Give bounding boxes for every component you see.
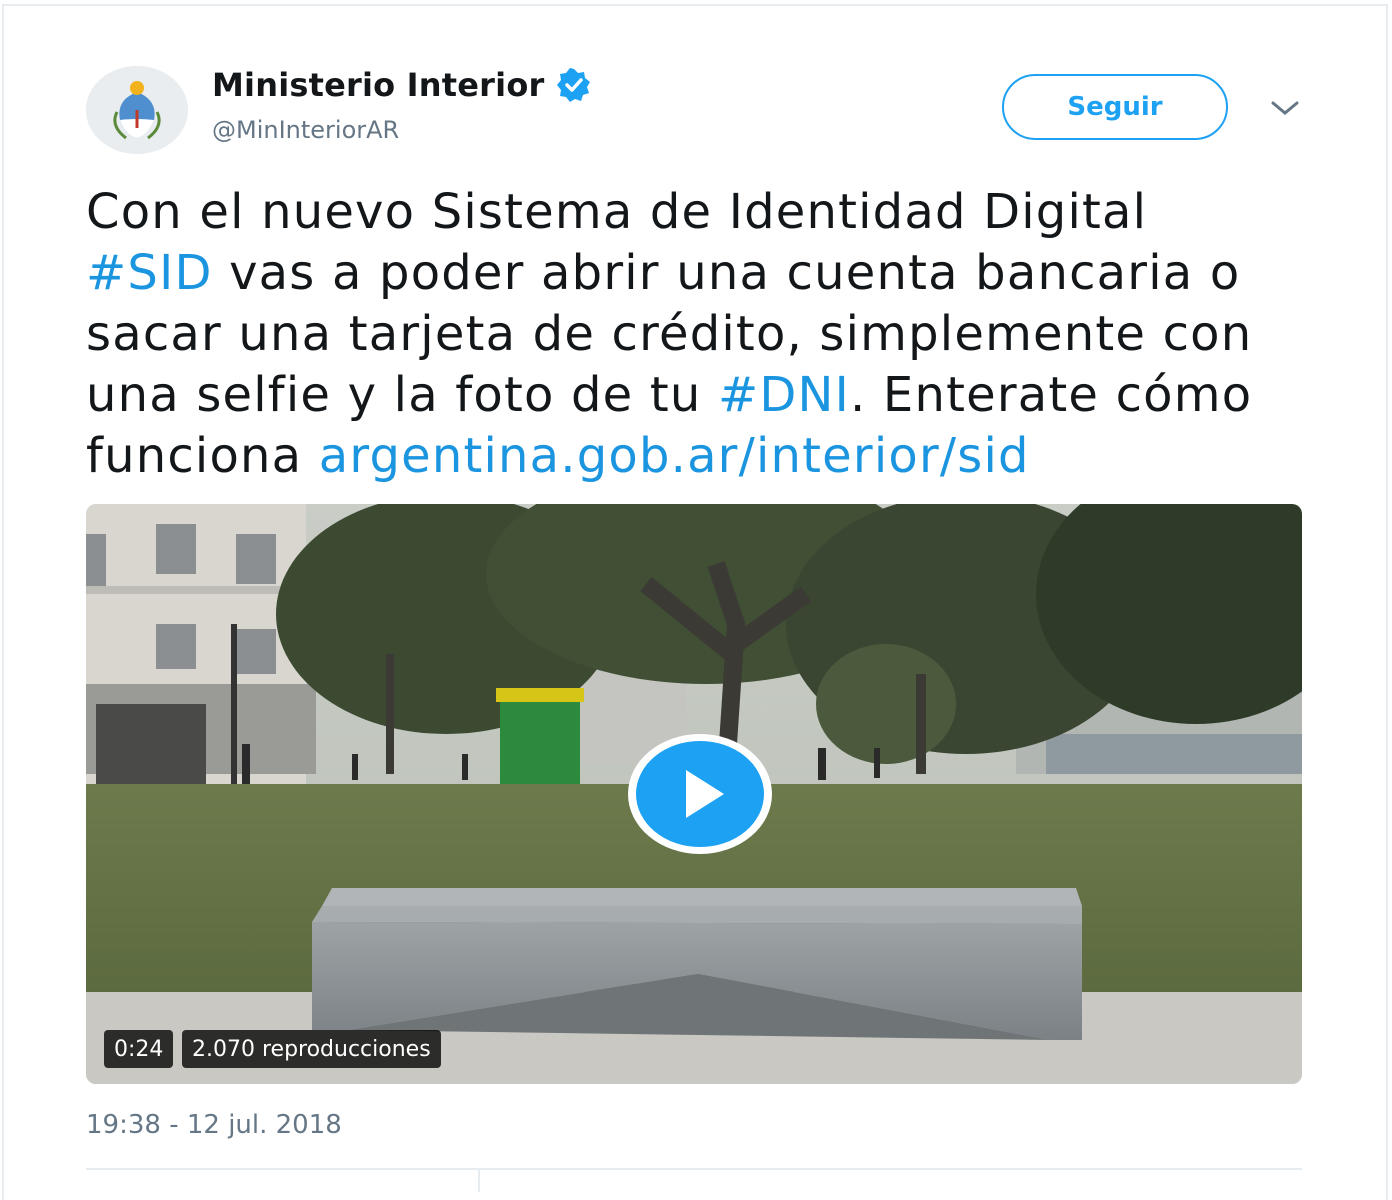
author-name-text[interactable]: Ministerio Interior: [212, 66, 545, 104]
play-icon[interactable]: [626, 732, 774, 856]
url-link[interactable]: argentina.gob.ar/interior/sid: [319, 428, 1030, 484]
divider: [86, 1168, 1302, 1170]
tweet-text-line: Con el nuevo Sistema de Identidad Digita…: [86, 184, 1148, 240]
video-duration-badge: 0:24: [104, 1030, 174, 1068]
follow-button[interactable]: Seguir: [1002, 74, 1228, 140]
tweet-text-line: . Enterate cómo: [850, 367, 1253, 423]
author-name[interactable]: Ministerio Interior: [212, 66, 591, 104]
hashtag-sid-link[interactable]: #SID: [86, 245, 213, 301]
chevron-down-icon[interactable]: [1270, 98, 1300, 118]
divider: [478, 1170, 480, 1192]
argentina-coat-of-arms-icon: [86, 66, 188, 154]
tweet-timestamp[interactable]: 19:38 - 12 jul. 2018: [86, 1110, 342, 1140]
verified-badge-icon: [556, 68, 591, 102]
tweet-text-line: sacar una tarjeta de crédito, simplement…: [86, 306, 1253, 362]
hashtag-dni-link[interactable]: #DNI: [718, 367, 850, 423]
video-player[interactable]: 0:24 2.070 reproducciones: [86, 504, 1302, 1084]
avatar[interactable]: [86, 66, 188, 154]
tweet-text-line: funciona: [86, 428, 319, 484]
author-handle[interactable]: @MinInteriorAR: [212, 116, 399, 144]
tweet-text: Con el nuevo Sistema de Identidad Digita…: [86, 182, 1326, 487]
video-views-badge: 2.070 reproducciones: [182, 1030, 441, 1068]
tweet-text-line: vas a poder abrir una cuenta bancaria o: [212, 245, 1241, 301]
tweet-text-line: una selfie y la foto de tu: [86, 367, 718, 423]
